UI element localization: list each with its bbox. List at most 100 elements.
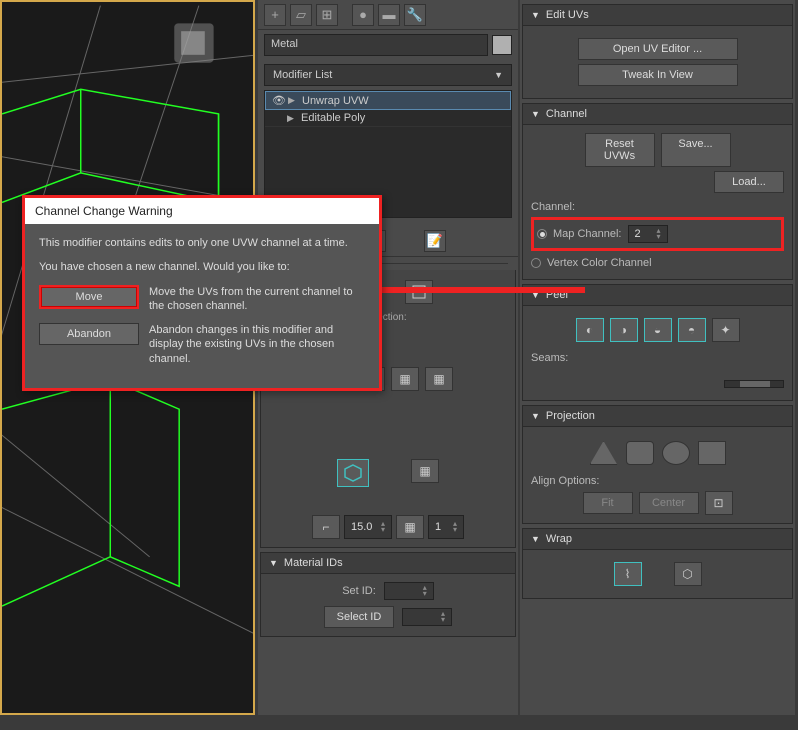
loop-icon[interactable]: ▦ [391, 367, 419, 391]
top-toolbar: + ▱ ⊞ ● ▬ 🔧 [258, 0, 518, 30]
expand-icon[interactable]: ▶ [288, 95, 302, 106]
unfold-icon[interactable]: ⬡ [674, 562, 702, 586]
separator [342, 4, 348, 26]
modifier-editable-poly[interactable]: ▶ Editable Poly [265, 110, 511, 127]
pelt-map-icon[interactable]: ◒ [644, 318, 672, 342]
material-ids-header[interactable]: ▼ Material IDs [260, 552, 516, 574]
box-icon[interactable] [698, 441, 726, 465]
material-ids-rollout: ▼ Material IDs Set ID: ▴▾ Select ID ▴▾ [260, 552, 516, 637]
object-name-field[interactable]: Metal [264, 34, 488, 56]
peel-scroller[interactable] [724, 380, 784, 388]
edit-uvs-header[interactable]: ▼ Edit UVs [522, 4, 793, 26]
element-cube-icon[interactable] [337, 459, 369, 487]
element-select-row: ▦ [265, 455, 511, 491]
select-id-spinner[interactable]: ▴▾ [402, 608, 452, 626]
utilities-tab-icon[interactable]: 🔧 [404, 4, 426, 26]
abandon-description: Abandon changes in this modifier and dis… [149, 323, 365, 366]
vertex-color-row[interactable]: Vertex Color Channel [531, 255, 784, 271]
quick-peel-icon[interactable]: ◐ [576, 318, 604, 342]
dialog-line1: This modifier contains edits to only one… [39, 236, 365, 250]
angle-spinner[interactable]: 15.0▴▾ [344, 515, 392, 539]
peel-icons-row: ◐ ◑ ◒ ◓ ✦ [531, 314, 784, 346]
wrap-icons: ⌇ ⬡ [531, 558, 784, 590]
vertex-color-label: Vertex Color Channel [547, 257, 652, 269]
seams-label: Seams: [531, 352, 784, 364]
angle-row: ⌐ 15.0▴▾ ▦ 1▴▾ [265, 511, 511, 543]
fit-button[interactable]: Fit [583, 492, 633, 514]
align-options-label: Align Options: [531, 475, 784, 487]
count-spinner[interactable]: 1▴▾ [428, 515, 464, 539]
planar-icon[interactable] [590, 441, 618, 465]
collapse-icon: ▼ [269, 558, 278, 568]
map-channel-row[interactable]: Map Channel: 2 ▴▾ [537, 223, 778, 245]
motion-tab-icon[interactable]: ● [352, 4, 374, 26]
right-panel: ▼ Edit UVs Open UV Editor ... Tweak In V… [520, 0, 795, 715]
modifier-unwrap-uvw[interactable]: 👁 ▶ Unwrap UVW [265, 91, 511, 110]
projection-rollout: ▼ Projection Align Options: Fit Center ⊡ [522, 405, 793, 524]
object-color-swatch[interactable] [492, 35, 512, 55]
center-button[interactable]: Center [639, 492, 699, 514]
peel-mode-icon[interactable]: ◑ [610, 318, 638, 342]
ring-icon[interactable]: ▦ [425, 367, 453, 391]
move-button[interactable]: Move [39, 285, 139, 309]
object-name-row: Metal [258, 30, 518, 60]
spherical-icon[interactable] [662, 441, 690, 465]
collapse-icon: ▼ [531, 411, 540, 421]
dialog-line2: You have chosen a new channel. Would you… [39, 260, 365, 274]
map-channel-spinner[interactable]: 2 ▴▾ [628, 225, 668, 243]
eye-icon[interactable]: 👁 [270, 94, 288, 107]
align-extra-icon[interactable]: ⊡ [705, 491, 733, 515]
checker-icon[interactable]: ▦ [411, 459, 439, 483]
open-uv-editor-button[interactable]: Open UV Editor ... [578, 38, 738, 60]
channel-rollout: ▼ Channel Reset UVWs Save... Load... Cha… [522, 103, 793, 280]
configure-sets-icon[interactable]: 📝 [424, 230, 446, 252]
save-button[interactable]: Save... [661, 133, 731, 167]
reset-peel-icon[interactable]: ◓ [678, 318, 706, 342]
channel-sub-label: Channel: [531, 201, 784, 213]
angle-icon[interactable]: ⌐ [312, 515, 340, 539]
edit-uvs-rollout: ▼ Edit UVs Open UV Editor ... Tweak In V… [522, 4, 793, 99]
create-tab-icon[interactable]: + [264, 4, 286, 26]
load-button[interactable]: Load... [714, 171, 784, 193]
channel-title: Channel [546, 108, 587, 120]
material-ids-title: Material IDs [284, 557, 343, 569]
map-channel-label: Map Channel: [553, 228, 622, 240]
set-id-label: Set ID: [342, 585, 376, 597]
cylindrical-icon[interactable] [626, 441, 654, 465]
select-id-button[interactable]: Select ID [324, 606, 394, 628]
modifier-list-label: Modifier List [273, 69, 332, 81]
annotation-connector [355, 287, 585, 293]
modifier-name: Unwrap UVW [302, 95, 369, 107]
tweak-in-view-button[interactable]: Tweak In View [578, 64, 738, 86]
chevron-down-icon: ▼ [494, 70, 503, 80]
map-channel-highlight: Map Channel: 2 ▴▾ [531, 217, 784, 251]
abandon-button[interactable]: Abandon [39, 323, 139, 345]
move-description: Move the UVs from the current channel to… [149, 285, 365, 314]
collapse-icon: ▼ [531, 534, 540, 544]
modifier-name: Editable Poly [301, 112, 365, 124]
pelt-icon[interactable]: ✦ [712, 318, 740, 342]
expand-icon[interactable]: ▶ [287, 113, 301, 124]
edit-uvs-title: Edit UVs [546, 9, 589, 21]
collapse-icon: ▼ [531, 10, 540, 20]
modify-tab-icon[interactable]: ▱ [290, 4, 312, 26]
spline-map-icon[interactable]: ⌇ [614, 562, 642, 586]
wrap-title: Wrap [546, 533, 572, 545]
hierarchy-tab-icon[interactable]: ⊞ [316, 4, 338, 26]
collapse-icon: ▼ [531, 109, 540, 119]
map-channel-radio[interactable] [537, 229, 547, 239]
display-tab-icon[interactable]: ▬ [378, 4, 400, 26]
modifier-list-dropdown[interactable]: Modifier List ▼ [264, 64, 512, 86]
reset-uvws-button[interactable]: Reset UVWs [585, 133, 655, 167]
projection-title: Projection [546, 410, 595, 422]
channel-change-warning-dialog: Channel Change Warning This modifier con… [22, 195, 382, 391]
projection-primitives [531, 435, 784, 471]
wrap-header[interactable]: ▼ Wrap [522, 528, 793, 550]
channel-header[interactable]: ▼ Channel [522, 103, 793, 125]
peel-rollout: ▼ Peel ◐ ◑ ◒ ◓ ✦ Seams: [522, 284, 793, 401]
projection-header[interactable]: ▼ Projection [522, 405, 793, 427]
set-id-spinner[interactable]: ▴▾ [384, 582, 434, 600]
grid-icon[interactable]: ▦ [396, 515, 424, 539]
viewcube-icon[interactable] [174, 23, 213, 62]
vertex-color-radio[interactable] [531, 258, 541, 268]
